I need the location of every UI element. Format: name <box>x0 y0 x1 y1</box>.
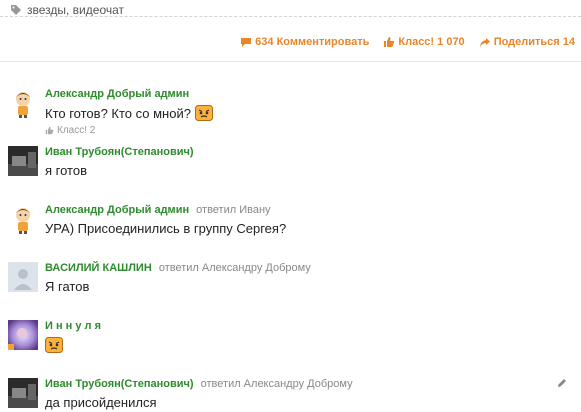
author-line: ВАСИЛИЙ КАШЛИН ответил Александру Добром… <box>45 262 311 274</box>
comment-text: Я гатов <box>45 279 89 294</box>
author-name[interactable]: Иван Трубоян(Степанович) <box>45 146 194 158</box>
tag-icon <box>11 5 21 15</box>
comment-text-content: Я гатов <box>45 279 90 294</box>
author-line: Иван Трубоян(Степанович) ответил Алексан… <box>45 378 353 390</box>
share-icon <box>479 37 490 47</box>
author-line: Александр Добрый админ ответил Ивану <box>45 204 271 216</box>
comment-text: Кто готов? Кто со мной? <box>45 105 213 121</box>
author-line: Александр Добрый админ <box>45 88 189 100</box>
comment-text-content: да присойденился <box>45 395 157 410</box>
author-name[interactable]: И н н у л я <box>45 320 101 332</box>
action-bar: 634 Комментировать Класс! 1 070 Поделить… <box>240 36 575 48</box>
comment-text: я готов <box>45 163 87 178</box>
reply-to[interactable]: ответил Александру Доброму <box>201 378 353 390</box>
reply-to[interactable]: ответил Ивану <box>196 204 270 216</box>
edit-icon[interactable] <box>557 378 567 388</box>
avatar-cartoon-icon[interactable] <box>8 88 38 118</box>
klass-button[interactable]: Класс! 1 070 <box>383 36 465 48</box>
comment-text: да присойденился <box>45 395 156 410</box>
emoji-icon <box>194 105 213 121</box>
author-line: Иван Трубоян(Степанович) <box>45 146 194 158</box>
comment-text <box>45 337 63 353</box>
comment-klass[interactable]: Класс! 2 <box>45 125 95 136</box>
separator <box>0 61 581 62</box>
author-name[interactable]: Иван Трубоян(Степанович) <box>45 378 194 390</box>
comment-text-content: УРА) Присоединились в группу Сергея? <box>45 221 287 236</box>
avatar-photo-icon[interactable] <box>8 146 38 176</box>
comment-text: УРА) Присоединились в группу Сергея? <box>45 221 286 236</box>
tags-row: звезды, видеочат <box>10 3 124 17</box>
reply-to[interactable]: ответил Александру Доброму <box>159 262 311 274</box>
author-name[interactable]: ВАСИЛИЙ КАШЛИН <box>45 262 152 274</box>
author-line: И н н у л я <box>45 320 101 332</box>
klass-button-label: Класс! 1 070 <box>398 36 465 48</box>
avatar-placeholder-icon[interactable] <box>8 262 38 292</box>
tags-label[interactable]: звезды, видеочат <box>27 3 124 17</box>
comment-text-content: Кто готов? Кто со мной? <box>45 105 191 121</box>
avatar-cartoon-icon[interactable] <box>8 204 38 234</box>
comment-icon <box>241 37 252 47</box>
comment-klass-label: Класс! 2 <box>57 125 96 136</box>
avatar-photo-icon[interactable] <box>8 378 38 408</box>
comment-button-label: 634 Комментировать <box>255 36 370 48</box>
share-button-label: Поделиться 14 <box>493 36 575 48</box>
author-name[interactable]: Александр Добрый админ <box>45 204 189 216</box>
avatar-photo-icon[interactable] <box>8 320 38 350</box>
like-icon <box>384 37 395 47</box>
divider <box>0 16 581 17</box>
emoji-icon <box>45 337 63 353</box>
author-name[interactable]: Александр Добрый админ <box>45 88 189 100</box>
comment-text-content: я готов <box>45 163 87 178</box>
like-icon <box>45 126 54 135</box>
comment-button[interactable]: 634 Комментировать <box>240 36 369 48</box>
share-button[interactable]: Поделиться 14 <box>479 36 575 48</box>
